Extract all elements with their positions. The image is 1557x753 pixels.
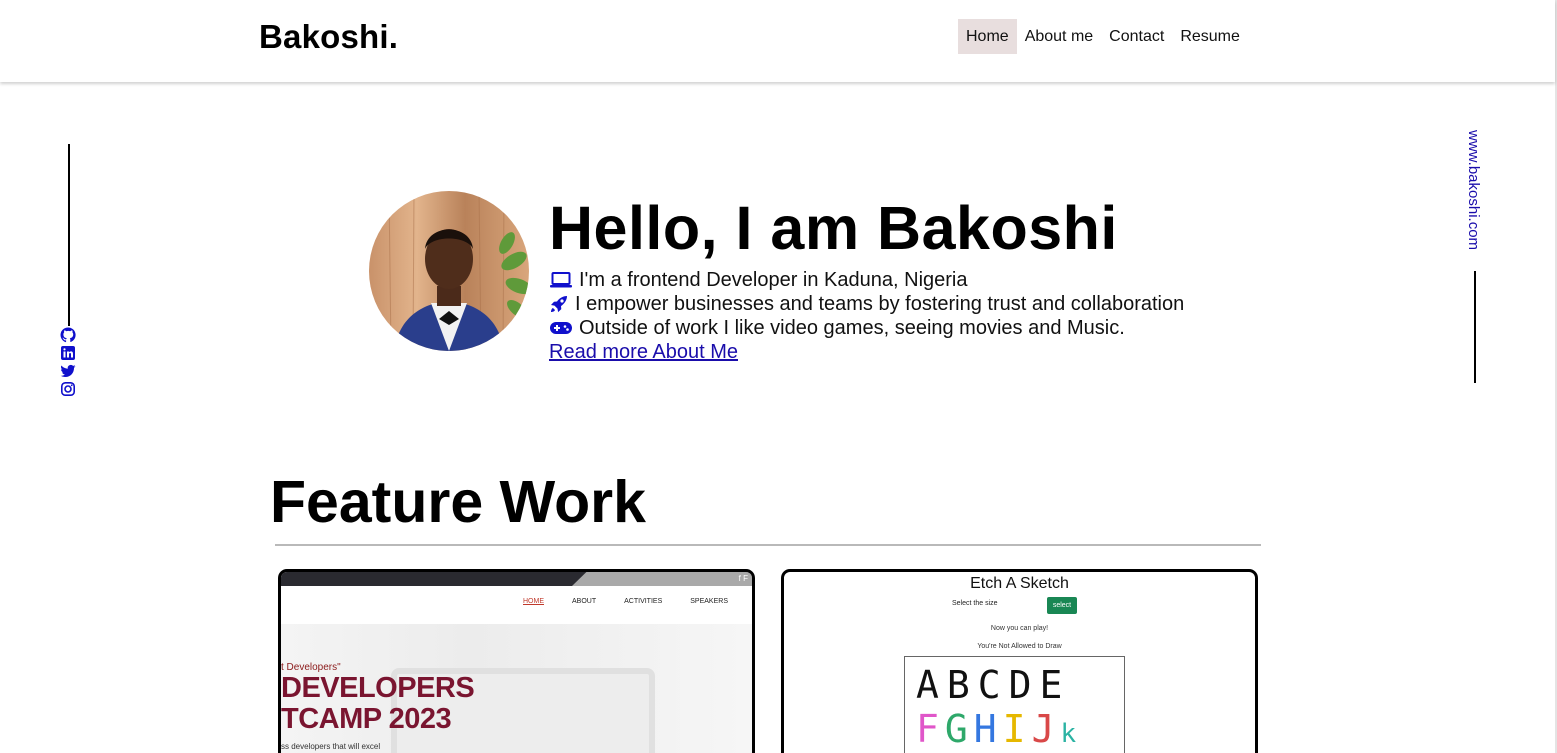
nav-contact[interactable]: Contact: [1101, 19, 1172, 54]
bio-line: I'm a frontend Developer in Kaduna, Nige…: [549, 268, 1184, 292]
feature-divider: [275, 544, 1261, 546]
main-nav: Home About me Contact Resume: [958, 19, 1248, 54]
website-link[interactable]: www.bakoshi.com: [1465, 130, 1482, 250]
nav-about[interactable]: About me: [1017, 19, 1101, 54]
preview-headline: TCAMP 2023: [281, 703, 452, 735]
facebook-icon: f F: [738, 574, 748, 583]
preview-title: Etch A Sketch: [970, 575, 1069, 592]
bio-line-text: I empower businesses and teams by foster…: [575, 293, 1185, 315]
preview-caption: ss developers that will excel: [281, 742, 381, 751]
bio-line: Outside of work I like video games, seei…: [549, 316, 1184, 340]
bio-line: I empower businesses and teams by foster…: [549, 292, 1184, 316]
social-links: [59, 327, 77, 399]
site-header: Bakoshi. Home About me Contact Resume: [0, 0, 1555, 82]
project-card-etch-a-sketch[interactable]: Etch A Sketch Select the size select Now…: [781, 569, 1258, 753]
social-rail-line: [68, 144, 70, 326]
preview-topbar-accent: [572, 572, 752, 586]
gamepad-icon: [549, 318, 573, 338]
laptop-icon: [549, 270, 573, 290]
preview-nav-item: ABOUT: [572, 598, 597, 605]
bio-line-text: I'm a frontend Developer in Kaduna, Nige…: [579, 269, 968, 291]
feature-work-heading: Feature Work: [270, 469, 646, 535]
sketch-letters: ABCDE: [916, 663, 1071, 707]
nav-resume[interactable]: Resume: [1172, 19, 1248, 54]
bio-line-text: Outside of work I like video games, seei…: [579, 317, 1125, 339]
preview-nav-item: HOME: [523, 598, 544, 605]
profile-avatar: [369, 191, 529, 351]
project-card-devcamp[interactable]: f F HOME ABOUT ACTIVITIES SPEAKERS t Dev…: [278, 569, 755, 753]
sketch-letter: H: [973, 707, 1003, 751]
preview-nav: HOME ABOUT ACTIVITIES SPEAKERS: [523, 598, 728, 605]
nav-home[interactable]: Home: [958, 19, 1017, 54]
preview-nav-item: SPEAKERS: [690, 598, 728, 605]
rocket-icon: [549, 294, 569, 314]
twitter-icon[interactable]: [60, 363, 76, 379]
sketch-letter: F: [916, 707, 945, 751]
preview-select-button: select: [1047, 597, 1077, 614]
sketch-letter: k: [1060, 719, 1083, 749]
linkedin-icon[interactable]: [60, 345, 76, 361]
sketch-letter: J: [1031, 707, 1061, 751]
preview-status-text: You're Not Allowed to Draw: [977, 643, 1062, 650]
preview-headline: DEVELOPERS: [281, 672, 475, 704]
hero-bio: I'm a frontend Developer in Kaduna, Nige…: [549, 268, 1184, 364]
sketch-grid: ABCDE FGHIJk: [904, 656, 1125, 753]
preview-nav-item: ACTIVITIES: [624, 598, 663, 605]
portfolio-page: Bakoshi. Home About me Contact Resume ww…: [0, 0, 1557, 753]
website-rail-line: [1474, 271, 1476, 383]
site-logo[interactable]: Bakoshi.: [259, 18, 398, 56]
preview-status-text: Now you can play!: [990, 625, 1049, 632]
instagram-icon[interactable]: [60, 381, 76, 397]
sketch-letter: G: [944, 707, 974, 751]
sketch-letters-colored: FGHIJk: [916, 707, 1082, 751]
preview-size-label: Select the size: [952, 600, 998, 607]
hero-title: Hello, I am Bakoshi: [549, 194, 1118, 262]
read-more-link[interactable]: Read more About Me: [549, 340, 1184, 364]
sketch-letter: I: [1002, 707, 1032, 751]
github-icon[interactable]: [60, 327, 76, 343]
